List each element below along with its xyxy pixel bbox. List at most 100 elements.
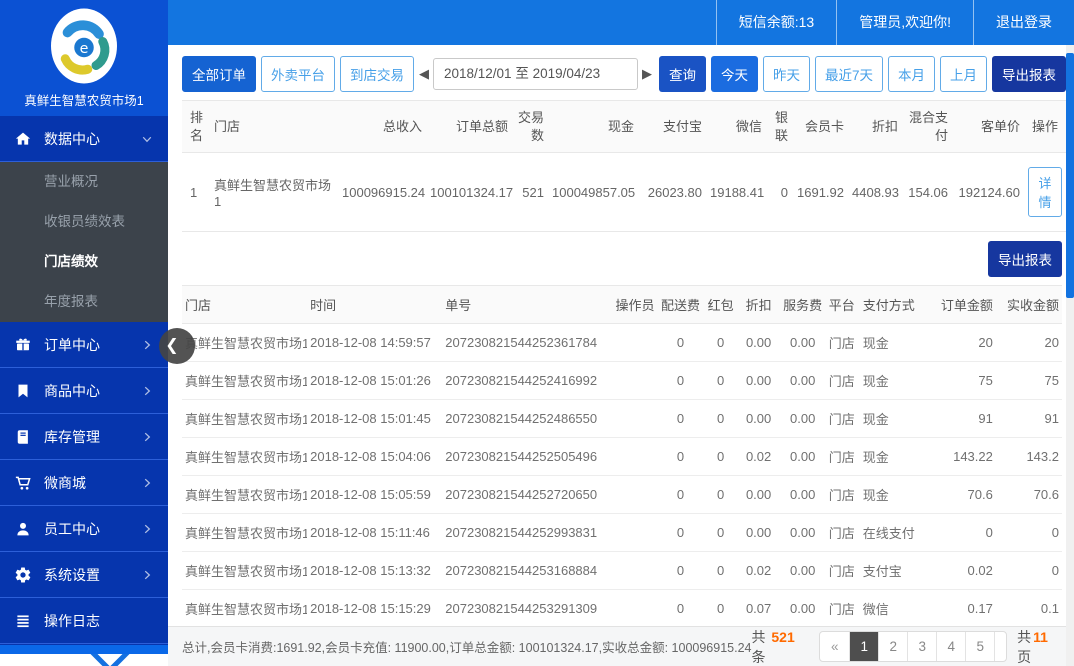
order-cell: 0 — [657, 513, 704, 553]
order-cell: 0.00 — [779, 437, 826, 477]
export-report-button-detail[interactable]: 导出报表 — [988, 241, 1062, 278]
order-row: 真鲜生智慧农贸市场1 2018-12-08 15:01:45 20723082154… — [182, 399, 1062, 439]
quick-button-yesterday[interactable]: 昨天 — [763, 56, 810, 92]
summary-header-row: 排名 门店 总收入 订单总额 交易数 现金 支付宝 微信 银联 会员卡 折扣 混合支付 客单价 操作 — [182, 99, 1066, 154]
sms-balance: 短信余额:13 — [715, 0, 836, 45]
page-button-4[interactable]: 4 — [936, 632, 965, 661]
sidebar-item-inventory[interactable]: 库存管理 — [0, 414, 168, 460]
order-cell: 真鲜生智慧农贸市场1 — [182, 589, 308, 629]
submenu-item[interactable]: 营业概况 — [0, 162, 168, 202]
summary-cell: 26023.80 — [638, 152, 706, 233]
filter-tab-all-orders[interactable]: 全部订单 — [182, 56, 256, 92]
page-buttons: «12345» — [819, 631, 1008, 662]
order-cell: 2018-12-08 15:01:26 — [307, 361, 443, 401]
order-cell: 真鲜生智慧农贸市场1 — [182, 323, 308, 363]
orders-col-header: 实收金额 — [995, 285, 1062, 325]
summary-col-header: 银联 — [766, 99, 792, 154]
home-icon — [14, 130, 32, 148]
date-next-arrow[interactable]: ▶ — [642, 66, 652, 82]
summary-col-header: 会员卡 — [792, 99, 848, 154]
sidebar-item-system-settings[interactable]: 系统设置 — [0, 552, 168, 598]
pagination: 共 521 条 «12345» 共11页 — [751, 627, 1060, 666]
gear-icon — [14, 566, 32, 584]
order-cell: 207230821544252993831 — [442, 513, 613, 553]
summary-col-header: 排名 — [182, 99, 210, 154]
order-cell: 现金 — [859, 437, 930, 477]
order-cell — [612, 437, 658, 477]
order-cell — [612, 399, 658, 439]
total-count: 共 521 条 — [751, 628, 795, 665]
order-cell: 0.00 — [737, 513, 780, 553]
order-cell: 207230821544253291309 — [442, 589, 613, 629]
summary-data-row: 1 真鲜生智慧农贸市场1 100096915.24 100101324.17 521 10… — [182, 152, 1066, 233]
order-cell: 0.00 — [779, 513, 826, 553]
submenu-item[interactable]: 门店绩效 — [0, 242, 168, 282]
page-button-1[interactable]: 1 — [849, 632, 879, 661]
summary-col-header: 订单总额 — [426, 99, 512, 154]
sidebar-menu: 数据中心营业概况 收银员绩效表 门店绩效 年度报表 订单中心 商品中心 库存管理 微商城 员工中… — [0, 116, 168, 644]
page-button-3[interactable]: 3 — [907, 632, 936, 661]
page-prev-button[interactable]: « — [820, 632, 849, 661]
order-row: 真鲜生智慧农贸市场1 2018-12-08 14:59:57 20723082154… — [182, 323, 1062, 363]
date-range-input[interactable]: 2018/12/01 至 2019/04/23 — [433, 58, 638, 90]
page-next-button[interactable]: » — [994, 632, 1006, 661]
sidebar-item-staff-center[interactable]: 员工中心 — [0, 506, 168, 552]
chevron-right-icon — [140, 384, 154, 398]
order-cell — [612, 513, 658, 553]
sidebar-item-micro-mall[interactable]: 微商城 — [0, 460, 168, 506]
summary-cell: 真鲜生智慧农贸市场1 — [210, 152, 338, 233]
export-report-button-top[interactable]: 导出报表 — [992, 56, 1067, 92]
order-cell: 0.00 — [779, 361, 826, 401]
order-cell: 143.22 — [929, 437, 996, 477]
summary-col-header: 总收入 — [338, 99, 426, 154]
order-row: 真鲜生智慧农贸市场1 2018-12-08 15:01:26 20723082154… — [182, 361, 1062, 401]
quick-button-last-7-days[interactable]: 最近7天 — [815, 56, 884, 92]
filter-tab-takeout-platform[interactable]: 外卖平台 — [261, 56, 335, 92]
chevron-right-icon — [140, 476, 154, 490]
quick-button-today[interactable]: 今天 — [711, 56, 758, 92]
sidebar-item-data-center[interactable]: 数据中心 — [0, 116, 168, 162]
chevron-right-icon — [140, 338, 154, 352]
sidebar-item-operation-log[interactable]: 操作日志 — [0, 598, 168, 644]
welcome-text: 管理员,欢迎你! — [836, 0, 973, 45]
store-logo-icon: e — [48, 6, 120, 86]
page-scrollbar[interactable] — [1066, 45, 1074, 666]
logout-button[interactable]: 退出登录 — [973, 0, 1074, 45]
order-cell: 现金 — [859, 399, 930, 439]
order-cell: 0.02 — [737, 437, 780, 477]
summary-col-header: 现金 — [548, 99, 638, 154]
query-button[interactable]: 查询 — [659, 56, 706, 92]
sidebar-item-label: 数据中心 — [44, 130, 100, 147]
staff-icon — [14, 520, 32, 538]
filter-tab-in-store[interactable]: 到店交易 — [340, 56, 414, 92]
submenu-item[interactable]: 收银员绩效表 — [0, 202, 168, 242]
quick-button-this-month[interactable]: 本月 — [888, 56, 936, 92]
main-area: 短信余额:13 管理员,欢迎你! 退出登录 全部订单 外卖平台 到店交易 ◀ 201… — [168, 0, 1074, 666]
page-button-2[interactable]: 2 — [878, 632, 907, 661]
sidebar-bottom-strip — [0, 645, 168, 654]
order-cell: 207230821544252361784 — [442, 323, 613, 363]
date-prev-arrow[interactable]: ◀ — [419, 66, 429, 82]
orders-col-header: 时间 — [307, 285, 443, 325]
submenu-item[interactable]: 年度报表 — [0, 282, 168, 322]
orders-col-header: 平台 — [825, 285, 860, 325]
order-cell: 0.1 — [995, 589, 1062, 629]
quick-button-last-month[interactable]: 上月 — [940, 56, 988, 92]
order-cell: 0.00 — [737, 399, 780, 439]
order-cell: 0.02 — [737, 551, 780, 591]
summary-cell: 521 — [512, 152, 548, 233]
date-range-group: ◀ 2018/12/01 至 2019/04/23 ▶ — [419, 58, 652, 90]
orders-col-header: 支付方式 — [859, 285, 930, 325]
chevron-right-icon — [140, 568, 154, 582]
order-icon — [14, 336, 32, 354]
detail-button[interactable]: 详情 — [1028, 167, 1062, 218]
order-cell: 微信 — [859, 589, 930, 629]
summary-cell: 4408.93 — [848, 152, 902, 233]
order-cell: 2018-12-08 15:05:59 — [307, 475, 443, 515]
sidebar-collapse-button[interactable]: ❮ — [159, 328, 195, 364]
sidebar-item-order-center[interactable]: 订单中心 — [0, 322, 168, 368]
sidebar-item-goods-center[interactable]: 商品中心 — [0, 368, 168, 414]
order-cell: 0 — [657, 323, 704, 363]
page-button-5[interactable]: 5 — [965, 632, 994, 661]
scrollbar-thumb[interactable] — [1066, 53, 1074, 298]
